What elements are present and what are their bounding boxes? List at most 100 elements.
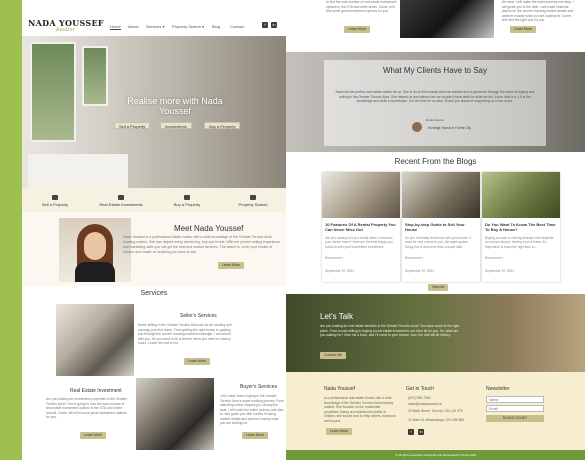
linkedin-icon[interactable]: in xyxy=(418,429,424,435)
blog-title[interactable]: Do You Want To Know The Best Time To Buy… xyxy=(485,222,557,232)
investment-services-image xyxy=(136,378,214,450)
footer-about-title: Nada Youssef xyxy=(324,386,355,392)
nav-item-home[interactable]: Home xyxy=(110,24,121,30)
blog-excerpt: Do you not finally decided to sell your … xyxy=(405,236,471,249)
investment-services-text: Are you looking for investment propertie… xyxy=(46,397,127,419)
lets-talk-title: Let's Talk xyxy=(320,312,353,321)
blog-image xyxy=(322,172,400,218)
quick-links-row: Sell a Property Real Estate Investments … xyxy=(22,188,286,212)
subscribe-button[interactable]: SUBSCRIBE xyxy=(486,415,544,422)
newsletter-title: Newsletter xyxy=(486,386,510,392)
top-investment-text: to find the vast number of real estate i… xyxy=(326,0,397,13)
blog-read-more[interactable]: Read more » xyxy=(485,256,503,260)
quick-link-label: Real Estate Investments xyxy=(99,202,143,207)
blog-title[interactable]: 10 Features Of A Rental Property You Can… xyxy=(325,222,397,232)
sell-property-button[interactable]: Sell a Property xyxy=(114,122,151,129)
quick-link-label: Buy a Property xyxy=(173,202,201,207)
blog-date: September 29, 2021 xyxy=(325,269,354,273)
footer-learn-more-button[interactable]: Learn More xyxy=(326,428,352,435)
quick-link-label: Sell a Property xyxy=(41,202,69,207)
client-name: Daniel Kozak xyxy=(426,118,444,122)
hero-window-image xyxy=(82,46,108,106)
nav-bar: NADA YOUSSEF Realtor Home About Services… xyxy=(22,0,286,36)
testimonials-title: What My Clients Have to Say xyxy=(382,66,488,75)
contact-me-button[interactable]: Contact Me xyxy=(320,352,346,359)
nav-item-blog[interactable]: Blog xyxy=(212,24,220,29)
testimonial-text: Nada did the perfect real estate realtor… xyxy=(335,90,535,103)
top-buyer-learn-more-button[interactable]: Learn More xyxy=(510,26,536,33)
home-icon xyxy=(184,195,190,200)
blog-excerpt: Buying a house is one big decision that … xyxy=(485,236,554,249)
blog-date: September 29, 2021 xyxy=(485,269,514,273)
hero-banner: Realise more with Nada Youssef Sell a Pr… xyxy=(22,36,286,188)
services-title: Services xyxy=(140,290,168,297)
top-desk-image xyxy=(400,0,494,38)
investment-icon xyxy=(118,195,124,200)
blog-title[interactable]: Step-by-step Guide to Sell Your House xyxy=(405,222,477,232)
facebook-icon[interactable]: f xyxy=(262,22,268,28)
seller-learn-more-button[interactable]: Learn More xyxy=(184,358,210,365)
footer-phone[interactable]: (647) 555-7080 xyxy=(408,396,431,401)
linkedin-icon[interactable]: in xyxy=(271,22,277,28)
lets-talk-text: Are you looking for real estate services… xyxy=(320,324,460,337)
nav-item-contact[interactable]: Contact xyxy=(230,24,244,29)
nav-item-property-search[interactable]: Property Search ▾ xyxy=(172,24,204,29)
quick-link-investments[interactable]: Real Estate Investments xyxy=(88,188,154,207)
buyer-learn-more-button[interactable]: Learn More xyxy=(242,432,268,439)
investment-services-title: Real Estate Investment xyxy=(70,388,122,394)
quick-link-buy[interactable]: Buy a Property xyxy=(154,188,220,207)
buyer-services-text: Let's make home buying in the Greater To… xyxy=(220,394,284,425)
portrait-face xyxy=(84,232,106,260)
blog-read-more[interactable]: Read more » xyxy=(405,256,423,260)
investments-button[interactable]: Investments xyxy=(160,122,192,129)
footer-address-2: 22 Main St, Mississauga, ON L5B 5B8 xyxy=(408,418,465,422)
seller-services-title: Seller's Services xyxy=(180,313,217,319)
seller-services-image xyxy=(56,304,134,376)
top-buyer-text: the deal. I will make the entire journey… xyxy=(502,0,574,22)
portrait-shirt xyxy=(75,262,115,282)
blog-image xyxy=(482,172,560,218)
logo-subtitle: Realtor xyxy=(56,27,75,33)
seller-services-text: Home selling in the Greater Toronto Area… xyxy=(138,323,232,345)
nav-item-about[interactable]: About xyxy=(128,24,138,29)
blogs-title: Recent From the Blogs xyxy=(394,157,477,166)
blog-date: September 29, 2021 xyxy=(405,269,434,273)
buyer-services-title: Buyer's Services xyxy=(240,384,278,390)
footer-address-1: 15 Bank Street, Toronto, ON L4K 3T5 xyxy=(408,409,463,413)
hero-window-image xyxy=(30,42,76,142)
blog-card[interactable]: 10 Features Of A Rental Property You Can… xyxy=(322,172,400,282)
blog-read-more[interactable]: Read more » xyxy=(325,256,343,260)
copyright-bar: © All rights reserved. Designed and deve… xyxy=(286,450,585,460)
view-all-button[interactable]: View All xyxy=(428,284,449,291)
quick-link-search[interactable]: Property Search xyxy=(220,188,286,207)
footer-about-text: is a professional real estate broker wit… xyxy=(324,396,396,423)
left-page-column: NADA YOUSSEF Realtor Home About Services… xyxy=(22,0,286,460)
portrait-image xyxy=(59,218,131,282)
testimonial-card: What My Clients Have to Say Nada did the… xyxy=(324,60,546,146)
blog-excerpt: Are you looking to buy a rental home to … xyxy=(325,236,393,249)
top-services-strip: to find the vast number of real estate i… xyxy=(286,0,585,52)
hero-title: Realise more with Nada Youssef xyxy=(127,96,223,116)
top-learn-more-button[interactable]: Learn More xyxy=(344,26,370,33)
meet-learn-more-button[interactable]: Learn More xyxy=(218,262,244,269)
right-page-column: to find the vast number of real estate i… xyxy=(286,0,585,460)
facebook-icon[interactable]: f xyxy=(408,429,414,435)
meet-title: Meet Nada Youssef xyxy=(174,224,244,233)
client-avatar xyxy=(412,122,422,132)
newsletter-email-input[interactable] xyxy=(486,405,544,412)
sell-icon xyxy=(52,195,58,200)
hero-counter-image xyxy=(28,154,128,188)
buy-property-button[interactable]: Buy a Property xyxy=(204,122,241,129)
investment-learn-more-button[interactable]: Learn More xyxy=(80,432,106,439)
nav-item-services[interactable]: Services ▾ xyxy=(146,24,164,29)
blog-card[interactable]: Step-by-step Guide to Sell Your House Do… xyxy=(402,172,480,282)
footer-email[interactable]: nada@nadayoussef.ca xyxy=(408,402,442,407)
quick-link-label: Property Search xyxy=(238,202,268,207)
blog-card[interactable]: Do You Want To Know The Best Time To Buy… xyxy=(482,172,560,282)
blog-image xyxy=(402,172,480,218)
quick-link-sell[interactable]: Sell a Property xyxy=(22,188,88,207)
meet-text: Nada Youssef is a professional estate re… xyxy=(123,235,281,254)
footer-contact-title: Get in Touch xyxy=(406,386,434,392)
search-icon xyxy=(250,195,256,200)
newsletter-name-input[interactable] xyxy=(486,396,544,403)
